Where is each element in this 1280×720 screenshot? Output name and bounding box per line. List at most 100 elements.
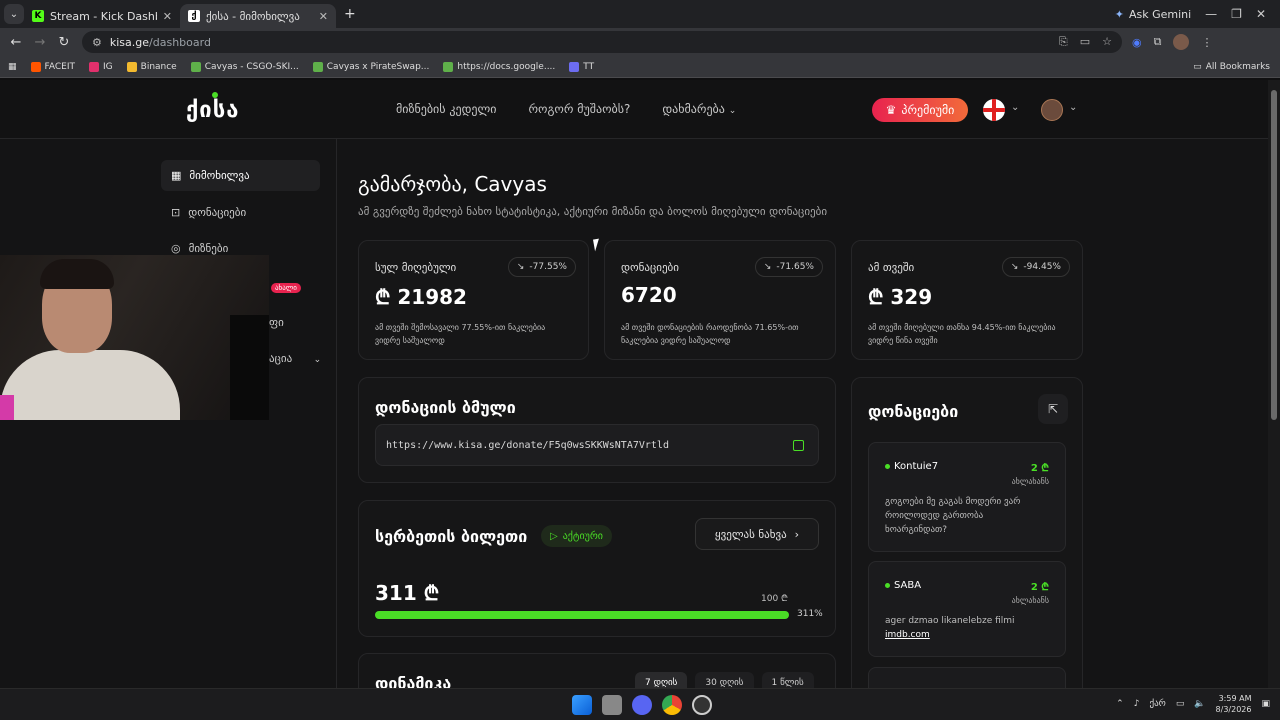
trend-down-icon: ↘ bbox=[516, 262, 525, 272]
notification-icon[interactable]: ▣ bbox=[1261, 699, 1270, 709]
see-all-button[interactable]: ყველას ნახვა › bbox=[695, 518, 819, 550]
webcam-person-body bbox=[0, 350, 180, 420]
donation-time: ახლახანს bbox=[1011, 477, 1049, 486]
microphone-icon[interactable]: ♪ bbox=[1134, 699, 1140, 709]
scrollbar-thumb[interactable] bbox=[1271, 90, 1277, 420]
sidebar-item-overview[interactable]: ▦ მიმოხილვა bbox=[161, 160, 320, 191]
reload-icon[interactable]: ↻ bbox=[52, 35, 76, 50]
extension-icon[interactable]: ◉ bbox=[1132, 36, 1142, 49]
new-tab-button[interactable]: + bbox=[344, 6, 356, 22]
page-scrollbar[interactable] bbox=[1268, 80, 1280, 688]
bookmark-cavyas-csgo[interactable]: Cavyas - CSGO-SKI... bbox=[190, 61, 299, 72]
discord-icon[interactable] bbox=[632, 695, 652, 715]
mouse-cursor bbox=[593, 238, 601, 252]
play-icon: ▷ bbox=[550, 530, 558, 542]
forward-icon[interactable]: → bbox=[28, 35, 52, 50]
volume-icon[interactable]: 🔈 bbox=[1194, 699, 1205, 709]
chevron-up-icon[interactable]: ⌃ bbox=[1116, 699, 1124, 709]
range-30-days[interactable]: 30 დღის bbox=[695, 672, 754, 688]
chevron-down-icon[interactable]: ⌄ bbox=[1011, 102, 1019, 113]
sidebar-item-donations[interactable]: ⊡ დონაციები bbox=[161, 197, 320, 228]
minimize-button[interactable]: — bbox=[1205, 7, 1217, 21]
donation-link-field[interactable]: https://www.kisa.ge/donate/F5q0wsSKKWsNT… bbox=[375, 424, 819, 466]
bookmarks-bar: ▦ FACEIT IG Binance Cavyas - CSGO-SKI...… bbox=[0, 56, 1280, 78]
more-menu-icon[interactable]: ⋮ bbox=[1201, 36, 1212, 49]
profile-avatar[interactable] bbox=[1173, 34, 1190, 50]
bookmark-label: Binance bbox=[140, 61, 177, 72]
sidebar-item-label: მიზნები bbox=[188, 242, 229, 255]
kisa-dashboard-page: ქისა მიზნების კედელი როგორ მუშაობს? დახმ… bbox=[0, 80, 1268, 688]
bookmark-star-icon[interactable]: ☆ bbox=[1102, 35, 1112, 49]
folder-icon: ▭ bbox=[1193, 61, 1202, 72]
sidebar-item-partial[interactable]: ფი bbox=[269, 316, 284, 329]
status-label: აქტიური bbox=[562, 530, 603, 542]
logo-dot bbox=[212, 92, 218, 98]
donation-url: https://www.kisa.ge/donate/F5q0wsSKKWsNT… bbox=[386, 439, 669, 451]
bookmark-docs-google[interactable]: https://docs.google.... bbox=[443, 61, 555, 72]
url-input[interactable]: ⚙ kisa.ge/dashboard ⎘ ▭ ☆ bbox=[82, 31, 1122, 53]
back-icon[interactable]: ← bbox=[4, 35, 28, 50]
browser-tab-strip: ⌄ K Stream - Kick Dashboard ✕ ქ ქისა - მ… bbox=[0, 0, 1280, 28]
sidebar-item-partial[interactable]: აცია ⌄ bbox=[269, 352, 321, 365]
all-bookmarks-button[interactable]: ▭ All Bookmarks bbox=[1193, 62, 1280, 72]
instagram-icon bbox=[89, 61, 99, 72]
bookmark-binance[interactable]: Binance bbox=[126, 61, 177, 72]
chrome-icon[interactable] bbox=[662, 695, 682, 715]
tab-search-button[interactable]: ⌄ bbox=[4, 4, 24, 24]
ask-gemini-button[interactable]: ✦ Ask Gemini bbox=[1115, 8, 1191, 21]
close-window-button[interactable]: ✕ bbox=[1256, 7, 1266, 21]
cast-icon[interactable]: ▭ bbox=[1080, 35, 1090, 49]
card-title: დინამიკა bbox=[375, 674, 452, 688]
display-icon[interactable]: ▭ bbox=[1176, 699, 1185, 709]
bookmark-faceit[interactable]: FACEIT bbox=[30, 61, 75, 72]
extensions-puzzle-icon[interactable]: ⧉ bbox=[1154, 35, 1162, 49]
windows-start-icon[interactable] bbox=[572, 695, 592, 715]
file-explorer-icon[interactable] bbox=[602, 695, 622, 715]
taskbar-apps bbox=[572, 695, 712, 715]
chevron-down-icon: ⌄ bbox=[313, 355, 322, 365]
page-title: გამარჯობა, Cavyas bbox=[358, 172, 547, 196]
stat-title: ამ თვეში bbox=[868, 261, 915, 274]
message-link[interactable]: imdb.com bbox=[885, 630, 930, 640]
sidebar-item-label: მიმოხილვა bbox=[189, 169, 250, 182]
bookmark-tt[interactable]: TT bbox=[569, 61, 594, 72]
tab-kick-dashboard[interactable]: K Stream - Kick Dashboard ✕ bbox=[24, 4, 180, 28]
kisa-logo[interactable]: ქისა bbox=[186, 92, 239, 123]
georgian-flag-icon[interactable] bbox=[983, 99, 1005, 121]
clock[interactable]: 3:59 AM 8/3/2026 bbox=[1216, 693, 1252, 715]
external-link-icon[interactable]: ⇱ bbox=[1038, 394, 1068, 424]
site-icon bbox=[312, 61, 323, 72]
nav-goals-wall[interactable]: მიზნების კედელი bbox=[396, 102, 496, 116]
close-icon[interactable]: ✕ bbox=[319, 10, 328, 23]
url-text: kisa.ge/dashboard bbox=[110, 36, 211, 49]
site-info-icon[interactable]: ⚙ bbox=[92, 36, 102, 49]
gemini-icon: ✦ bbox=[1114, 7, 1124, 21]
chevron-down-icon[interactable]: ⌄ bbox=[1069, 102, 1077, 113]
webcam-person-hair bbox=[40, 259, 114, 289]
stat-card-total: სულ მიღებული ↘ -77.55% ₾ 21982 ამ თვეში შ… bbox=[358, 240, 589, 360]
bookmark-label: Cavyas - CSGO-SKI... bbox=[204, 61, 299, 72]
user-avatar[interactable] bbox=[1041, 99, 1063, 121]
donation-message: გოგოები მე გაგას მოდერი ვარ როილოდედ გარ… bbox=[885, 497, 1021, 535]
donation-item bbox=[868, 667, 1066, 688]
tab-kisa-overview[interactable]: ქ ქისა - მიმოხილვა ✕ bbox=[180, 4, 336, 28]
language-indicator[interactable]: ქარ bbox=[1149, 699, 1165, 709]
close-icon[interactable]: ✕ bbox=[163, 10, 172, 23]
bookmark-cavyas-pirateswap[interactable]: Cavyas x PirateSwap... bbox=[312, 61, 429, 72]
apps-grid-icon[interactable]: ▦ bbox=[8, 62, 17, 72]
site-header: ქისა მიზნების კედელი როგორ მუშაობს? დახმ… bbox=[0, 80, 1268, 139]
restore-button[interactable]: ❐ bbox=[1231, 7, 1242, 21]
translate-icon[interactable]: ⎘ bbox=[1059, 35, 1068, 49]
premium-button[interactable]: ♛ პრემიუმი bbox=[872, 98, 968, 122]
copy-icon[interactable] bbox=[793, 440, 804, 451]
range-1-year[interactable]: 1 წლის bbox=[761, 672, 814, 688]
change-badge: ↘ -94.45% bbox=[1001, 257, 1070, 277]
range-7-days[interactable]: 7 დღის bbox=[635, 672, 688, 688]
nav-help[interactable]: დახმარება ⌄ bbox=[662, 102, 736, 116]
bookmark-ig[interactable]: IG bbox=[89, 61, 113, 72]
kick-icon: K bbox=[32, 10, 44, 22]
nav-help-label: დახმარება bbox=[662, 102, 725, 116]
nav-how-it-works[interactable]: როგორ მუშაობს? bbox=[528, 102, 630, 116]
stat-value: 6720 bbox=[621, 283, 677, 307]
obs-icon[interactable] bbox=[692, 695, 712, 715]
